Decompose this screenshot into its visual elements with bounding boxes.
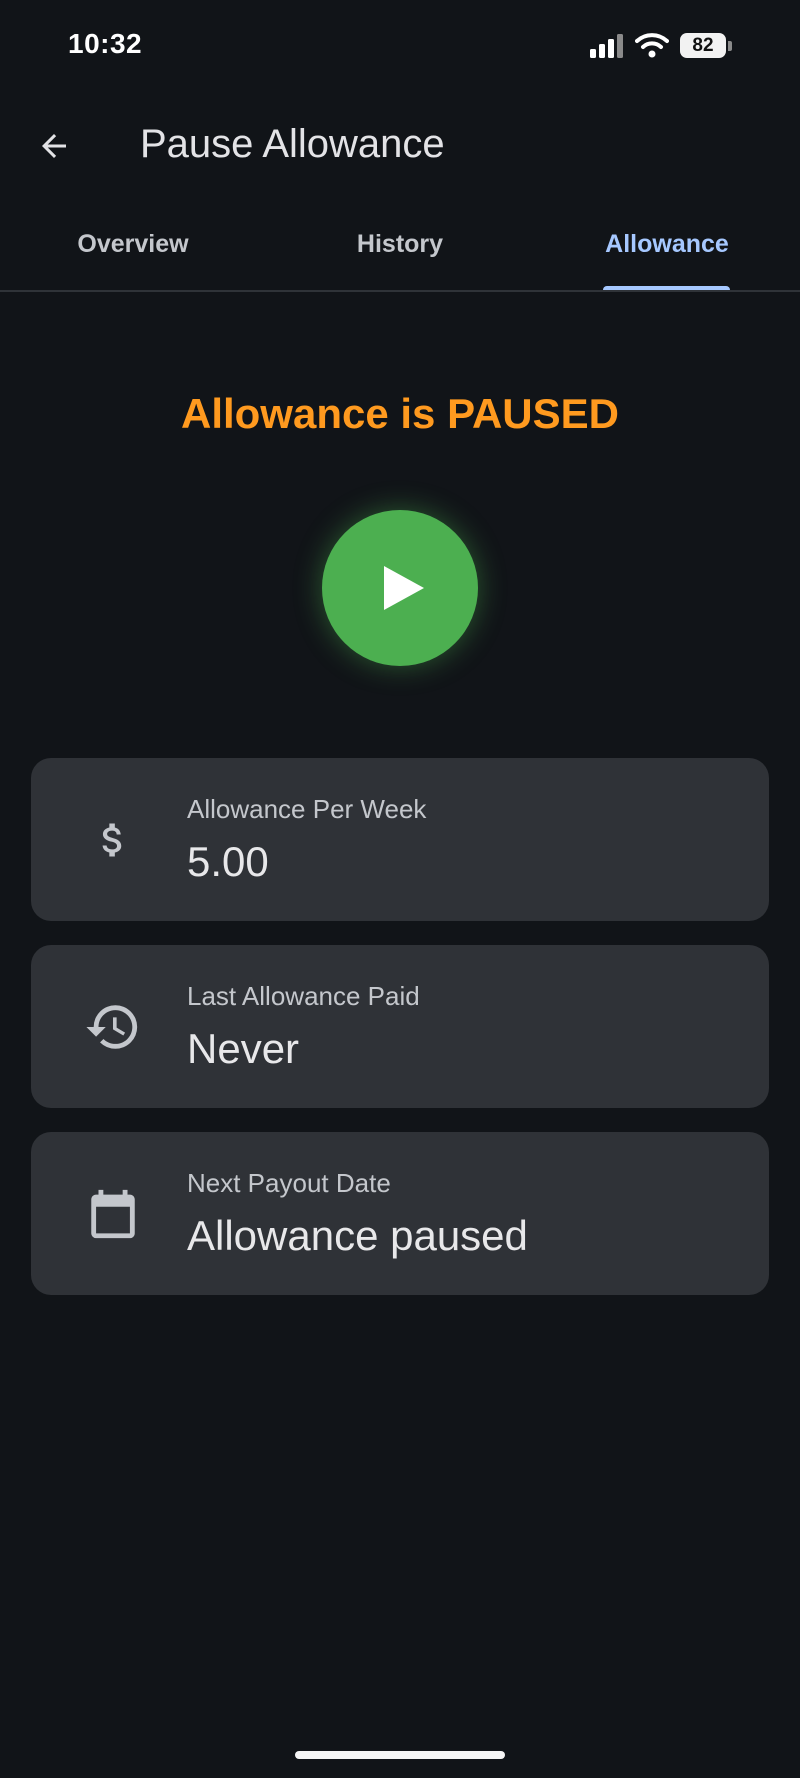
tab-label: History (356, 230, 444, 258)
card-value: 5.00 (187, 838, 269, 885)
status-bar: 10:32 82 (0, 0, 800, 92)
battery-level: 82 (692, 34, 714, 56)
page-title: Pause Allowance (140, 122, 445, 166)
status-time: 10:32 (68, 28, 143, 59)
screen: 10:32 82 Pause Allowance Overview Histor… (0, 0, 800, 1778)
tab-bar: Overview History Allowance (0, 220, 800, 291)
card-value: Never (187, 1025, 300, 1072)
next-payout-date-card: Next Payout Date Allowance paused (31, 1132, 769, 1295)
dollar-icon (81, 808, 145, 872)
tab-label: Allowance (605, 230, 729, 258)
battery-icon: 82 (680, 33, 726, 58)
tab-overview[interactable]: Overview (0, 220, 266, 288)
resume-button[interactable] (322, 510, 478, 666)
tab-allowance[interactable]: Allowance (534, 220, 800, 288)
calendar-icon (81, 1182, 145, 1246)
paused-status-heading: Allowance is PAUSED (180, 390, 619, 437)
arrow-back-icon (42, 134, 66, 158)
back-button[interactable] (30, 122, 78, 170)
wifi-icon (635, 33, 669, 58)
history-icon (81, 995, 145, 1059)
card-label: Allowance Per Week (187, 794, 427, 824)
signal-icon (590, 34, 623, 58)
tab-history[interactable]: History (267, 220, 533, 288)
app-bar: Pause Allowance (0, 92, 800, 192)
card-label: Last Allowance Paid (187, 981, 420, 1011)
allowance-per-week-card: Allowance Per Week 5.00 (31, 758, 769, 921)
battery-tip (728, 41, 732, 51)
home-indicator[interactable] (295, 1751, 505, 1759)
card-label: Next Payout Date (187, 1168, 391, 1198)
card-value: Allowance paused (187, 1212, 528, 1259)
tabs-divider (0, 290, 800, 292)
last-allowance-paid-card: Last Allowance Paid Never (31, 945, 769, 1108)
tab-label: Overview (77, 230, 189, 258)
play-icon (384, 566, 424, 610)
